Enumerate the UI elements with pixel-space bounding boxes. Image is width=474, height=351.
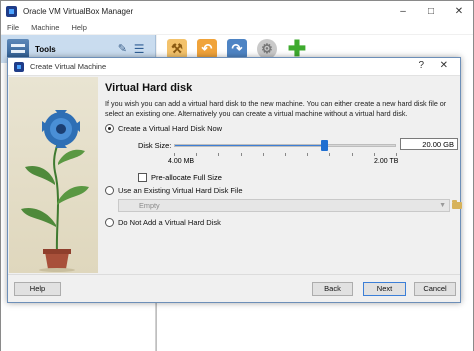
no-disk-radio[interactable]: [105, 218, 114, 227]
create-disk-radio[interactable]: [105, 124, 114, 133]
minimize-button[interactable]: –: [389, 1, 417, 21]
create-virtual-machine-dialog: Create Virtual Machine ? ✕ Virtual Hard …: [7, 57, 462, 303]
no-disk-label[interactable]: Do Not Add a Virtual Hard Disk: [118, 218, 221, 227]
button-bar-divider: [8, 274, 460, 275]
use-existing-label[interactable]: Use an Existing Virtual Hard Disk File: [118, 186, 243, 195]
disk-size-slider[interactable]: [174, 140, 396, 151]
min-size-label: 4.00 MB: [168, 158, 195, 165]
back-button[interactable]: Back: [312, 282, 353, 296]
chevron-down-icon: ▼: [439, 202, 446, 209]
folder-icon: [451, 199, 462, 209]
disk-size-label: Disk Size:: [138, 141, 172, 150]
virtualbox-app-icon: [6, 5, 17, 17]
window-controls: – □ ✕: [389, 1, 473, 21]
tools-icon: [7, 39, 29, 59]
page-title: Virtual Hard disk: [105, 82, 193, 94]
dialog-help-icon[interactable]: ?: [418, 60, 424, 71]
slider-tick: [329, 153, 331, 156]
slider-tick: [373, 153, 375, 156]
slider-tick: [174, 153, 175, 156]
dialog-close-icon[interactable]: ✕: [440, 60, 448, 71]
slider-tick: [218, 153, 220, 156]
disk-size-input[interactable]: 20.00 GB: [400, 138, 458, 150]
pin-icon[interactable]: ✎: [118, 43, 130, 55]
menu-bar: File Machine Help: [1, 21, 473, 34]
choose-disk-button: [451, 198, 462, 212]
virtualbox-dialog-icon: [14, 61, 24, 72]
slider-tick: [307, 153, 309, 156]
dialog-titlebar: Create Virtual Machine ? ✕: [8, 58, 460, 76]
dialog-title: Create Virtual Machine: [30, 62, 107, 71]
slider-tick: [262, 153, 264, 156]
import-icon[interactable]: ↶: [197, 39, 217, 59]
slider-tick: [351, 153, 353, 156]
preallocate-checkbox[interactable]: [138, 173, 147, 182]
slider-thumb[interactable]: [320, 140, 328, 151]
existing-disk-value: Empty: [139, 201, 160, 210]
slider-tick: [240, 153, 242, 156]
slider-fill: [175, 145, 324, 146]
menu-file[interactable]: File: [7, 23, 19, 32]
gear-icon[interactable]: ⚙: [257, 39, 277, 59]
use-existing-radio[interactable]: [105, 186, 114, 195]
help-button[interactable]: Help: [14, 282, 61, 296]
add-icon[interactable]: ✚: [287, 36, 307, 61]
main-window-title: Oracle VM VirtualBox Manager: [23, 6, 134, 16]
slider-tick: [285, 153, 286, 156]
create-disk-label[interactable]: Create a Virtual Hard Disk Now: [118, 124, 222, 133]
cancel-button[interactable]: Cancel: [414, 282, 456, 296]
slider-tick: [196, 153, 198, 156]
main-titlebar: Oracle VM VirtualBox Manager – □ ✕: [1, 1, 473, 21]
wrench-icon[interactable]: ⚒: [167, 39, 187, 59]
preallocate-label[interactable]: Pre-allocate Full Size: [151, 173, 222, 182]
maximize-button[interactable]: □: [417, 1, 445, 21]
existing-disk-select: Empty ▼: [118, 199, 450, 212]
slider-tick: [396, 153, 397, 156]
menu-machine[interactable]: Machine: [31, 23, 59, 32]
wizard-illustration: [9, 77, 98, 273]
max-size-label: 2.00 TB: [374, 158, 399, 165]
flower-pot-illustration: [21, 110, 89, 272]
export-icon[interactable]: ↷: [227, 39, 247, 59]
panel-divider: [156, 299, 157, 351]
tools-label: Tools: [35, 44, 56, 54]
list-menu-icon[interactable]: ☰: [134, 42, 147, 56]
close-button[interactable]: ✕: [445, 1, 473, 21]
menu-help[interactable]: Help: [71, 23, 86, 32]
page-description: If you wish you can add a virtual hard d…: [105, 99, 447, 118]
next-button[interactable]: Next: [363, 282, 406, 296]
